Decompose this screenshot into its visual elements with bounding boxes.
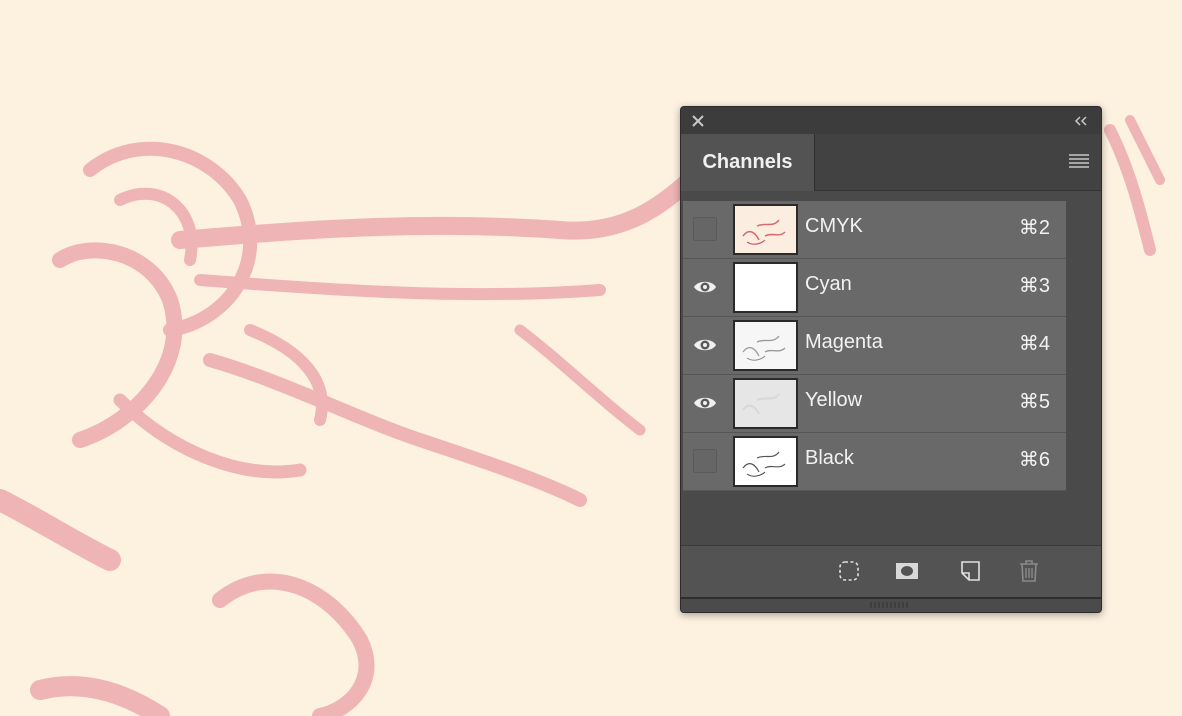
sketch-thumbnail xyxy=(742,451,786,477)
channels-panel: Channels CMYK ⌘2 Cyan ⌘3 Magenta ⌘4 Yell… xyxy=(680,106,1102,613)
sketch-thumbnail xyxy=(742,393,780,415)
panel-toolbar xyxy=(681,545,1101,598)
sketch-thumbnail xyxy=(742,335,786,361)
eye-icon[interactable] xyxy=(693,275,717,299)
channel-thumbnail-cyan xyxy=(733,262,798,313)
channel-thumbnail-black xyxy=(733,436,798,487)
grip-icon[interactable] xyxy=(869,602,911,608)
channel-thumbnail-cmyk xyxy=(733,204,798,255)
visibility-toggle-yellow[interactable] xyxy=(693,391,717,415)
panel-title-bar xyxy=(681,107,1101,134)
panel-tab-strip: Channels xyxy=(681,134,1101,191)
visibility-off-box[interactable] xyxy=(693,217,717,241)
visibility-toggle-black[interactable] xyxy=(693,449,717,473)
channel-shortcut: ⌘3 xyxy=(1018,275,1050,297)
eye-icon[interactable] xyxy=(693,333,717,357)
new-channel-icon[interactable] xyxy=(959,559,983,583)
load-selection-icon[interactable] xyxy=(837,559,861,583)
channel-shortcut: ⌘6 xyxy=(1018,449,1050,471)
channel-name: Magenta xyxy=(805,331,883,353)
channel-thumbnail-yellow xyxy=(733,378,798,429)
tab-channels[interactable]: Channels xyxy=(681,134,815,191)
channel-row-magenta[interactable]: Magenta ⌘4 xyxy=(683,317,1066,375)
channel-row-black[interactable]: Black ⌘6 xyxy=(683,433,1066,491)
panel-resize-handle[interactable] xyxy=(681,597,1101,612)
eye-icon[interactable] xyxy=(693,391,717,415)
channel-shortcut: ⌘5 xyxy=(1018,391,1050,413)
channel-name: Cyan xyxy=(805,273,852,295)
channel-list: CMYK ⌘2 Cyan ⌘3 Magenta ⌘4 Yellow ⌘5 Bla… xyxy=(681,191,1101,545)
channel-row-cmyk[interactable]: CMYK ⌘2 xyxy=(683,201,1066,259)
channel-thumbnail-magenta xyxy=(733,320,798,371)
panel-menu-icon[interactable] xyxy=(1069,154,1089,168)
visibility-toggle-cmyk[interactable] xyxy=(693,217,717,241)
channel-name: Black xyxy=(805,447,854,469)
collapse-panel-icon[interactable] xyxy=(1073,114,1089,128)
sketch-thumbnail xyxy=(742,219,786,245)
channel-name: CMYK xyxy=(805,215,863,237)
save-selection-icon[interactable] xyxy=(895,559,919,583)
channel-row-cyan[interactable]: Cyan ⌘3 xyxy=(683,259,1066,317)
channel-name: Yellow xyxy=(805,389,863,411)
channel-shortcut: ⌘4 xyxy=(1018,333,1050,355)
close-icon[interactable] xyxy=(691,114,705,128)
visibility-toggle-magenta[interactable] xyxy=(693,333,717,357)
channel-row-yellow[interactable]: Yellow ⌘5 xyxy=(683,375,1066,433)
trash-icon[interactable] xyxy=(1017,559,1041,583)
scrollbar[interactable] xyxy=(1068,191,1101,545)
channel-shortcut: ⌘2 xyxy=(1018,217,1050,239)
visibility-off-box[interactable] xyxy=(693,449,717,473)
visibility-toggle-cyan[interactable] xyxy=(693,275,717,299)
